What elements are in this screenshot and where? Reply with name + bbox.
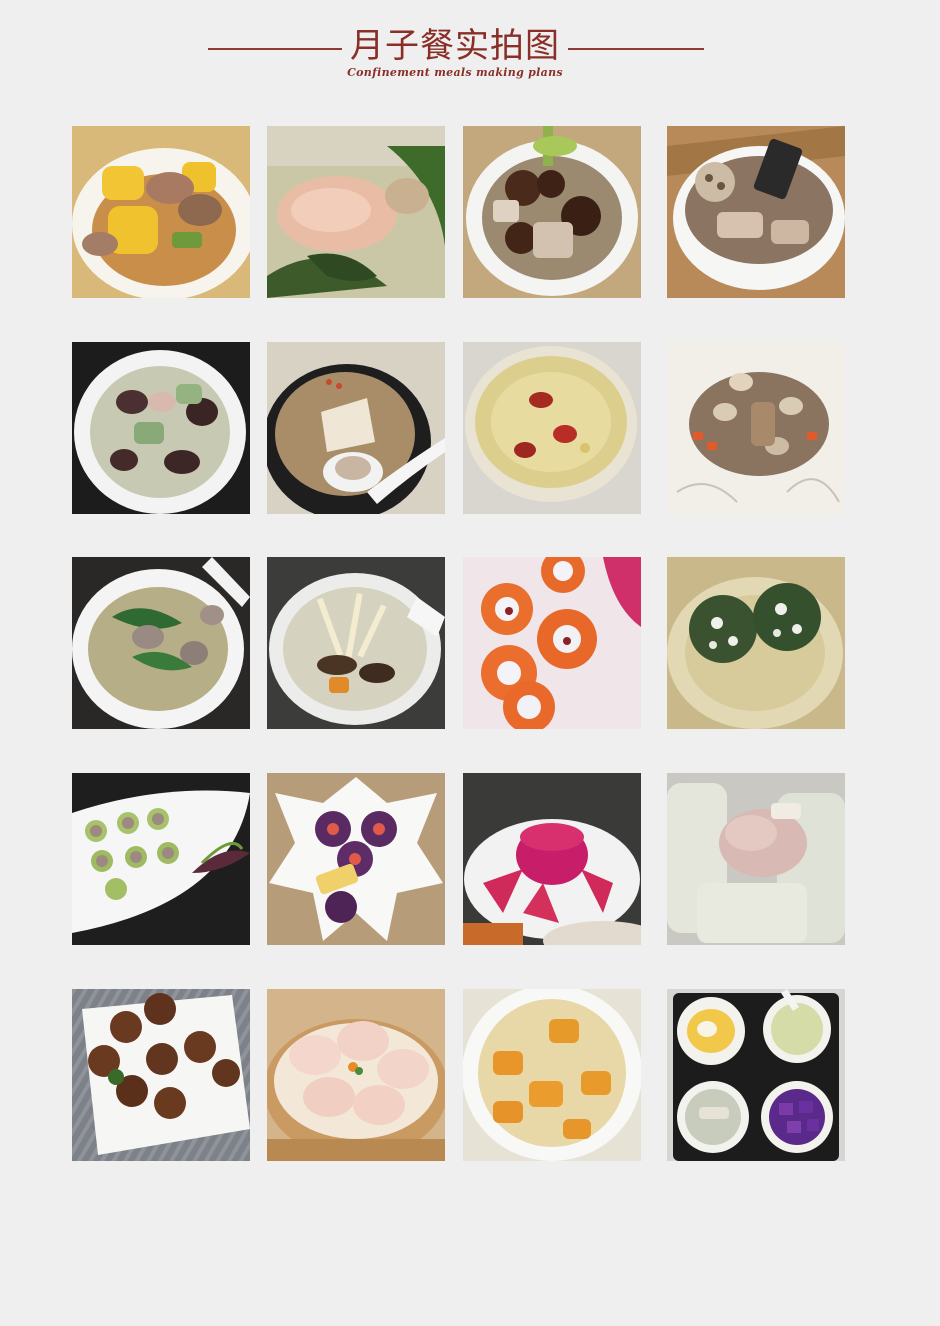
shiitake-mushroom-buns-icon	[72, 989, 250, 1161]
green-vegetable-meatball-soup-icon	[72, 557, 250, 729]
steamed-shrimp-dumplings-icon	[267, 989, 445, 1161]
photo-stuffed-loofah-rolls	[72, 773, 250, 945]
photo-stir-fried-mushrooms-and-kidney	[667, 342, 845, 514]
kelp-pork-rib-soup-icon	[267, 126, 445, 298]
winter-melon-pork-rib-icon	[667, 773, 845, 945]
photo-tremella-red-date-soup	[463, 342, 641, 514]
photo-steamed-shrimp-dumplings	[267, 989, 445, 1161]
header-rule-right	[568, 48, 704, 50]
meal-tray-set-icon	[667, 989, 845, 1161]
page-header: 月子餐实拍图 Confinement meals making plans	[0, 0, 940, 100]
mushroom-pork-rib-soup-icon	[463, 126, 641, 298]
photo-white-radish-soup-with-spoon	[267, 342, 445, 514]
header-rule-left	[208, 48, 342, 50]
photo-mushroom-pork-rib-soup	[463, 126, 641, 298]
photo-lotus-root-pork-rib-soup	[667, 126, 845, 298]
lotus-root-pork-rib-soup-icon	[667, 126, 845, 298]
photo-meal-tray-set	[667, 989, 845, 1161]
photo-purple-rice-sushi-platter	[267, 773, 445, 945]
photo-carrot-slices-with-cream	[463, 557, 641, 729]
bamboo-shoot-mushroom-soup-icon	[267, 557, 445, 729]
photo-pumpkin-rice	[463, 989, 641, 1161]
photo-winter-melon-pork-rib	[667, 773, 845, 945]
white-radish-soup-with-spoon-icon	[267, 342, 445, 514]
stuffed-loofah-rolls-icon	[72, 773, 250, 945]
spinach-rice-balls-icon	[667, 557, 845, 729]
photo-green-vegetable-meatball-soup	[72, 557, 250, 729]
black-fungus-loofah-soup-icon	[72, 342, 250, 514]
stir-fried-mushrooms-and-kidney-icon	[667, 342, 845, 514]
photo-dragon-fruit-dessert	[463, 773, 641, 945]
page-title: 月子餐实拍图	[350, 26, 560, 66]
dragon-fruit-dessert-icon	[463, 773, 641, 945]
photo-spinach-rice-balls	[667, 557, 845, 729]
photo-black-fungus-loofah-soup	[72, 342, 250, 514]
tremella-red-date-soup-icon	[463, 342, 641, 514]
corn-pork-rib-soup-icon	[72, 126, 250, 298]
page-subtitle: Confinement meals making plans	[347, 66, 563, 79]
purple-rice-sushi-platter-icon	[267, 773, 445, 945]
pumpkin-rice-icon	[463, 989, 641, 1161]
photo-bamboo-shoot-mushroom-soup	[267, 557, 445, 729]
photo-shiitake-mushroom-buns	[72, 989, 250, 1161]
photo-corn-pork-rib-soup	[72, 126, 250, 298]
photo-kelp-pork-rib-soup	[267, 126, 445, 298]
carrot-slices-with-cream-icon	[463, 557, 641, 729]
